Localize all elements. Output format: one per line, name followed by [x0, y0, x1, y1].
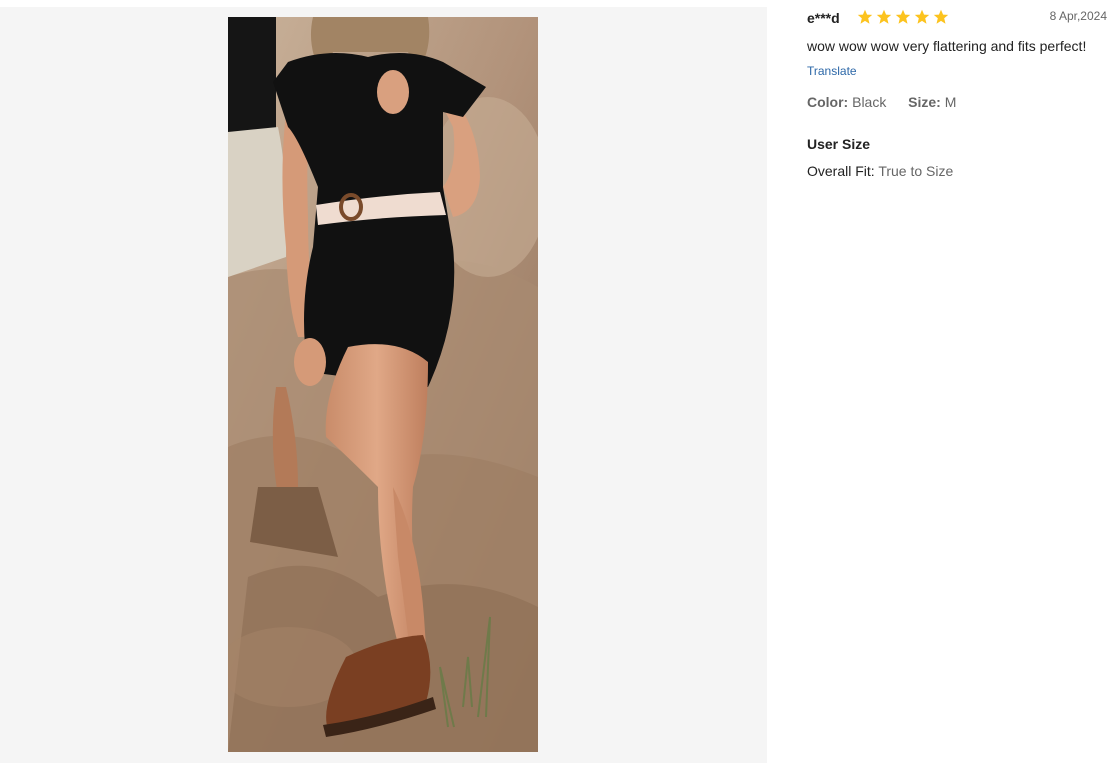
star-icon: [895, 9, 911, 24]
overall-fit: Overall Fit: True to Size: [807, 163, 953, 179]
size-value: M: [944, 94, 957, 110]
user-size-title: User Size: [807, 136, 871, 152]
review-text: wow wow wow very flattering and fits per…: [807, 38, 1087, 54]
review-image-panel: [0, 7, 767, 763]
review-page: e***d 8 Apr,2024 wow wow wow very flatte…: [0, 0, 1112, 771]
review-header: e***d 8 Apr,2024: [807, 9, 1107, 29]
star-icon: [933, 9, 949, 24]
fit-label: Overall Fit:: [807, 163, 875, 179]
purchase-attributes: Color: Black Size: M: [807, 94, 956, 110]
star-icon: [914, 9, 930, 24]
color-label: Color:: [807, 94, 849, 110]
star-icon: [857, 9, 873, 24]
size-label: Size:: [908, 94, 941, 110]
rating-stars: [857, 9, 949, 25]
review-date: 8 Apr,2024: [1049, 9, 1107, 23]
color-value: Black: [852, 94, 887, 110]
fit-value: True to Size: [878, 163, 954, 179]
star-icon: [876, 9, 892, 24]
review-photo-illustration: [228, 17, 538, 752]
review-photo[interactable]: [228, 17, 538, 752]
translate-link[interactable]: Translate: [807, 64, 857, 78]
reviewer-name: e***d: [807, 10, 840, 26]
